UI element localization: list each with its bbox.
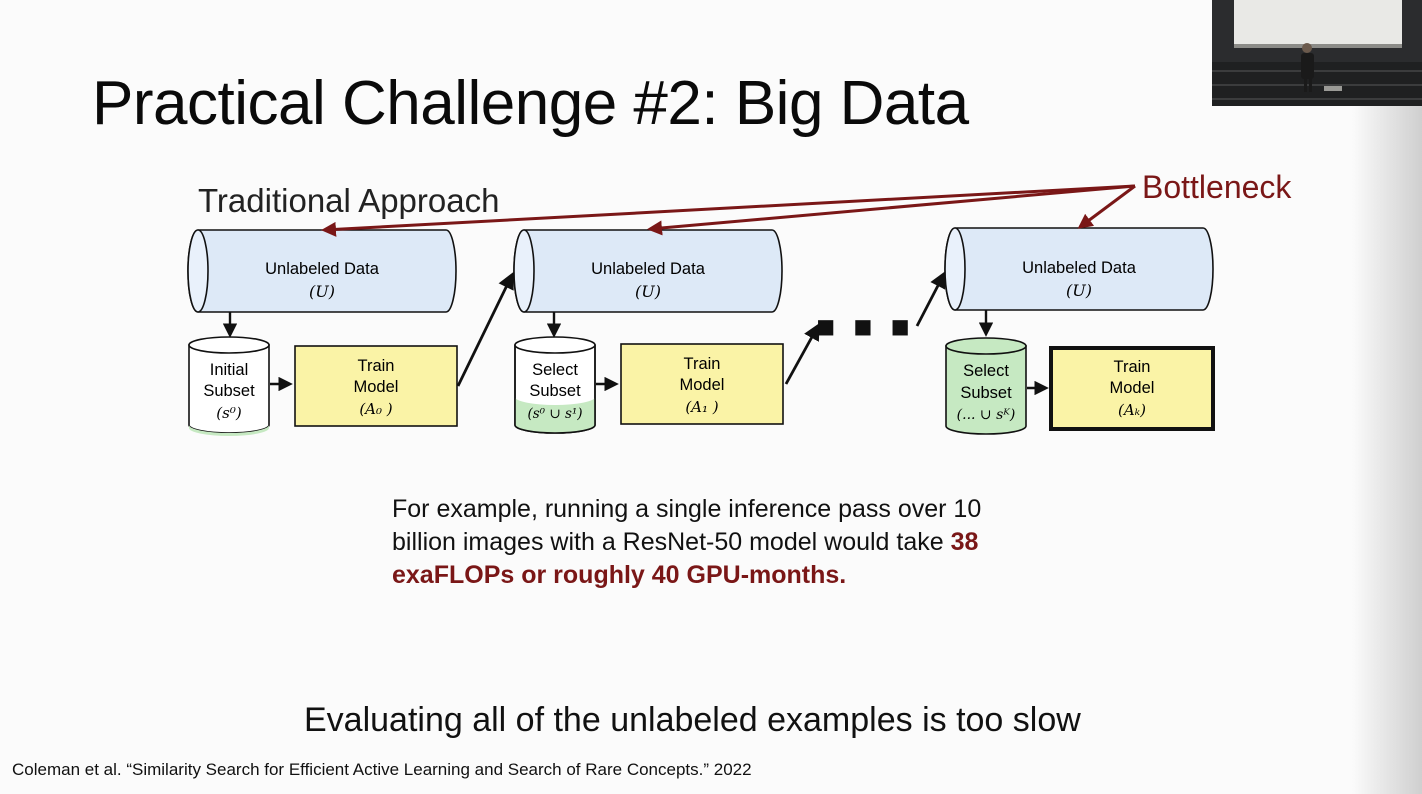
subset-line: Initial xyxy=(210,361,249,379)
pool-symbol: (U) xyxy=(1066,281,1092,300)
conclusion-text: Evaluating all of the unlabeled examples… xyxy=(304,701,1081,739)
model-line: Train xyxy=(1114,358,1151,376)
unlabeled-pool-3: Unlabeled Data (U) xyxy=(944,227,1214,311)
unlabeled-pool-1: Unlabeled Data (U) xyxy=(187,229,457,313)
unlabeled-pool-2: Unlabeled Data (U) xyxy=(513,229,783,313)
subset-3: Select Subset (... ∪ sᴷ) xyxy=(945,337,1027,435)
active-learning-diagram: Traditional Approach Bottleneck Unlabele… xyxy=(187,169,1292,436)
model-line: Train xyxy=(684,355,721,373)
subset-1: Initial Subset (s⁰) xyxy=(188,336,270,436)
subset-line: Select xyxy=(963,362,1009,380)
subset-line: (s⁰) xyxy=(216,404,242,422)
train-model-1: Train Model (A₀ ) xyxy=(294,345,458,427)
model-line: Model xyxy=(354,378,399,396)
pool-label: Unlabeled Data xyxy=(265,260,380,278)
arrow-model-to-next-pool xyxy=(456,271,514,387)
subset-2: Select Subset (s⁰ ∪ s¹) xyxy=(514,336,596,434)
model-line: Model xyxy=(680,376,725,394)
diagram-label: Traditional Approach xyxy=(198,182,499,219)
pool-label: Unlabeled Data xyxy=(591,260,706,278)
pool-symbol: (U) xyxy=(635,282,661,301)
bottleneck-arrow-3 xyxy=(1077,184,1136,229)
stage-2: Unlabeled Data (U) Select Subset (s⁰ ∪ s… xyxy=(513,229,784,434)
model-line: Model xyxy=(1110,379,1155,397)
subset-line: Subset xyxy=(529,382,581,400)
stage-3: Unlabeled Data (U) Select Subset (... ∪ … xyxy=(944,227,1215,435)
example-paragraph: For example, running a single inference … xyxy=(392,493,1032,592)
pool-label: Unlabeled Data xyxy=(1022,259,1137,277)
model-line: (A₁ ) xyxy=(685,398,718,416)
subset-line: Select xyxy=(532,361,578,379)
example-text: For example, running a single inference … xyxy=(392,495,982,556)
citation: Coleman et al. “Similarity Search for Ef… xyxy=(12,760,752,779)
arrow-model-to-ellipsis xyxy=(784,323,820,385)
model-line: (Aₖ) xyxy=(1118,401,1146,419)
bottleneck-label: Bottleneck xyxy=(1142,169,1292,205)
subset-line: (s⁰ ∪ s¹) xyxy=(527,406,582,422)
stage-1: Unlabeled Data (U) Initial Subset (s⁰) T… xyxy=(187,229,458,436)
train-model-3: Train Model (Aₖ) xyxy=(1049,346,1215,431)
pool-symbol: (U) xyxy=(309,282,335,301)
model-line: Train xyxy=(358,357,395,375)
subset-line: (... ∪ sᴷ) xyxy=(957,407,1016,423)
subset-line: Subset xyxy=(203,382,255,400)
train-model-2: Train Model (A₁ ) xyxy=(620,343,784,425)
model-line: (A₀ ) xyxy=(359,400,392,418)
arrow-ellipsis-to-pool xyxy=(915,271,946,327)
subset-line: Subset xyxy=(960,384,1012,402)
ellipsis-dots: ■ ■ ■ xyxy=(816,314,915,338)
